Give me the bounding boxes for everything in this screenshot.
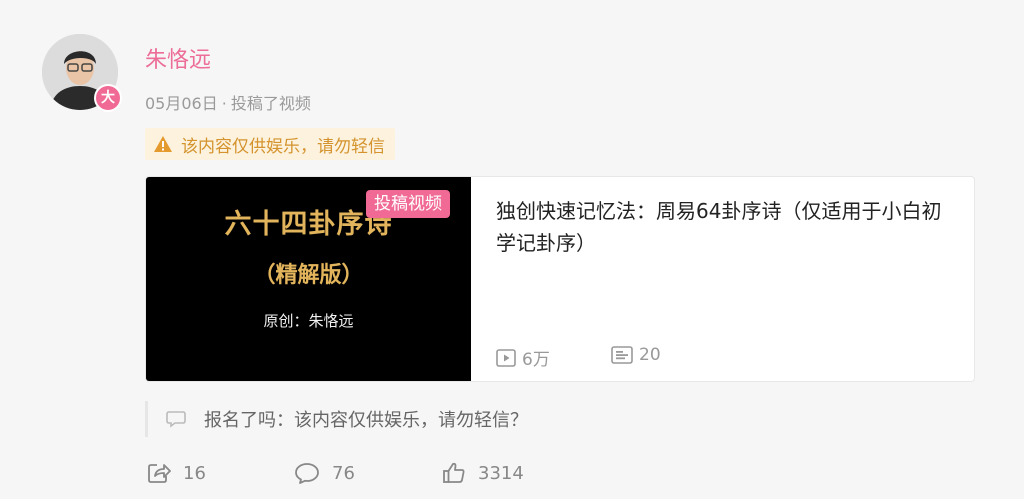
meta-separator: · — [221, 94, 227, 113]
share-button[interactable]: 16 — [147, 459, 206, 487]
content-warning: 该内容仅供娱乐，请勿轻信 — [145, 128, 395, 160]
post-date: 05月06日 — [145, 94, 218, 113]
comment-count: 76 — [332, 462, 355, 484]
view-count-value: 6万 — [522, 350, 550, 370]
like-button[interactable]: 3314 — [442, 459, 524, 487]
video-thumbnail[interactable]: 六十四卦序诗 （精解版） 原创：朱恪远 投稿视频 — [146, 177, 471, 381]
danmaku-count: 20 — [611, 345, 661, 365]
warning-text: 该内容仅供娱乐，请勿轻信 — [181, 136, 385, 157]
like-count: 3314 — [478, 462, 524, 484]
post-meta: 05月06日 · 投稿了视频 — [145, 90, 311, 114]
dynamic-post: 大 朱恪远 05月06日 · 投稿了视频 该内容仅供娱乐，请勿轻信 六十四卦序诗 （… — [0, 0, 1024, 499]
danmaku-count-value: 20 — [639, 345, 661, 365]
view-count: 6万 — [496, 345, 550, 370]
vip-badge: 大 — [94, 84, 122, 112]
speech-bubble-icon — [166, 411, 186, 428]
video-tag: 投稿视频 — [366, 190, 450, 218]
thumbnail-author: 原创：朱恪远 — [263, 312, 354, 330]
share-count: 16 — [183, 462, 206, 484]
warning-icon — [154, 136, 172, 152]
share-icon — [148, 464, 171, 483]
danmaku-icon — [611, 346, 633, 364]
username[interactable]: 朱恪远 — [145, 42, 211, 74]
avatar[interactable]: 大 — [42, 34, 122, 112]
thumbnail-subtitle: （精解版） — [253, 263, 364, 288]
thumbs-up-icon — [443, 462, 465, 483]
hot-comment[interactable]: 报名了吗：该内容仅供娱乐，请勿轻信？ — [145, 401, 745, 437]
video-title[interactable]: 独创快速记忆法：周易64卦序诗（仅适用于小白初学记卦序） — [496, 195, 956, 259]
post-action: 投稿了视频 — [230, 94, 311, 113]
comment-icon — [295, 463, 319, 484]
play-icon — [496, 348, 516, 367]
comment-button[interactable]: 76 — [294, 459, 355, 487]
hot-comment-text: 报名了吗：该内容仅供娱乐，请勿轻信？ — [204, 410, 528, 431]
video-card[interactable]: 六十四卦序诗 （精解版） 原创：朱恪远 投稿视频 独创快速记忆法：周易64卦序诗… — [145, 176, 975, 382]
